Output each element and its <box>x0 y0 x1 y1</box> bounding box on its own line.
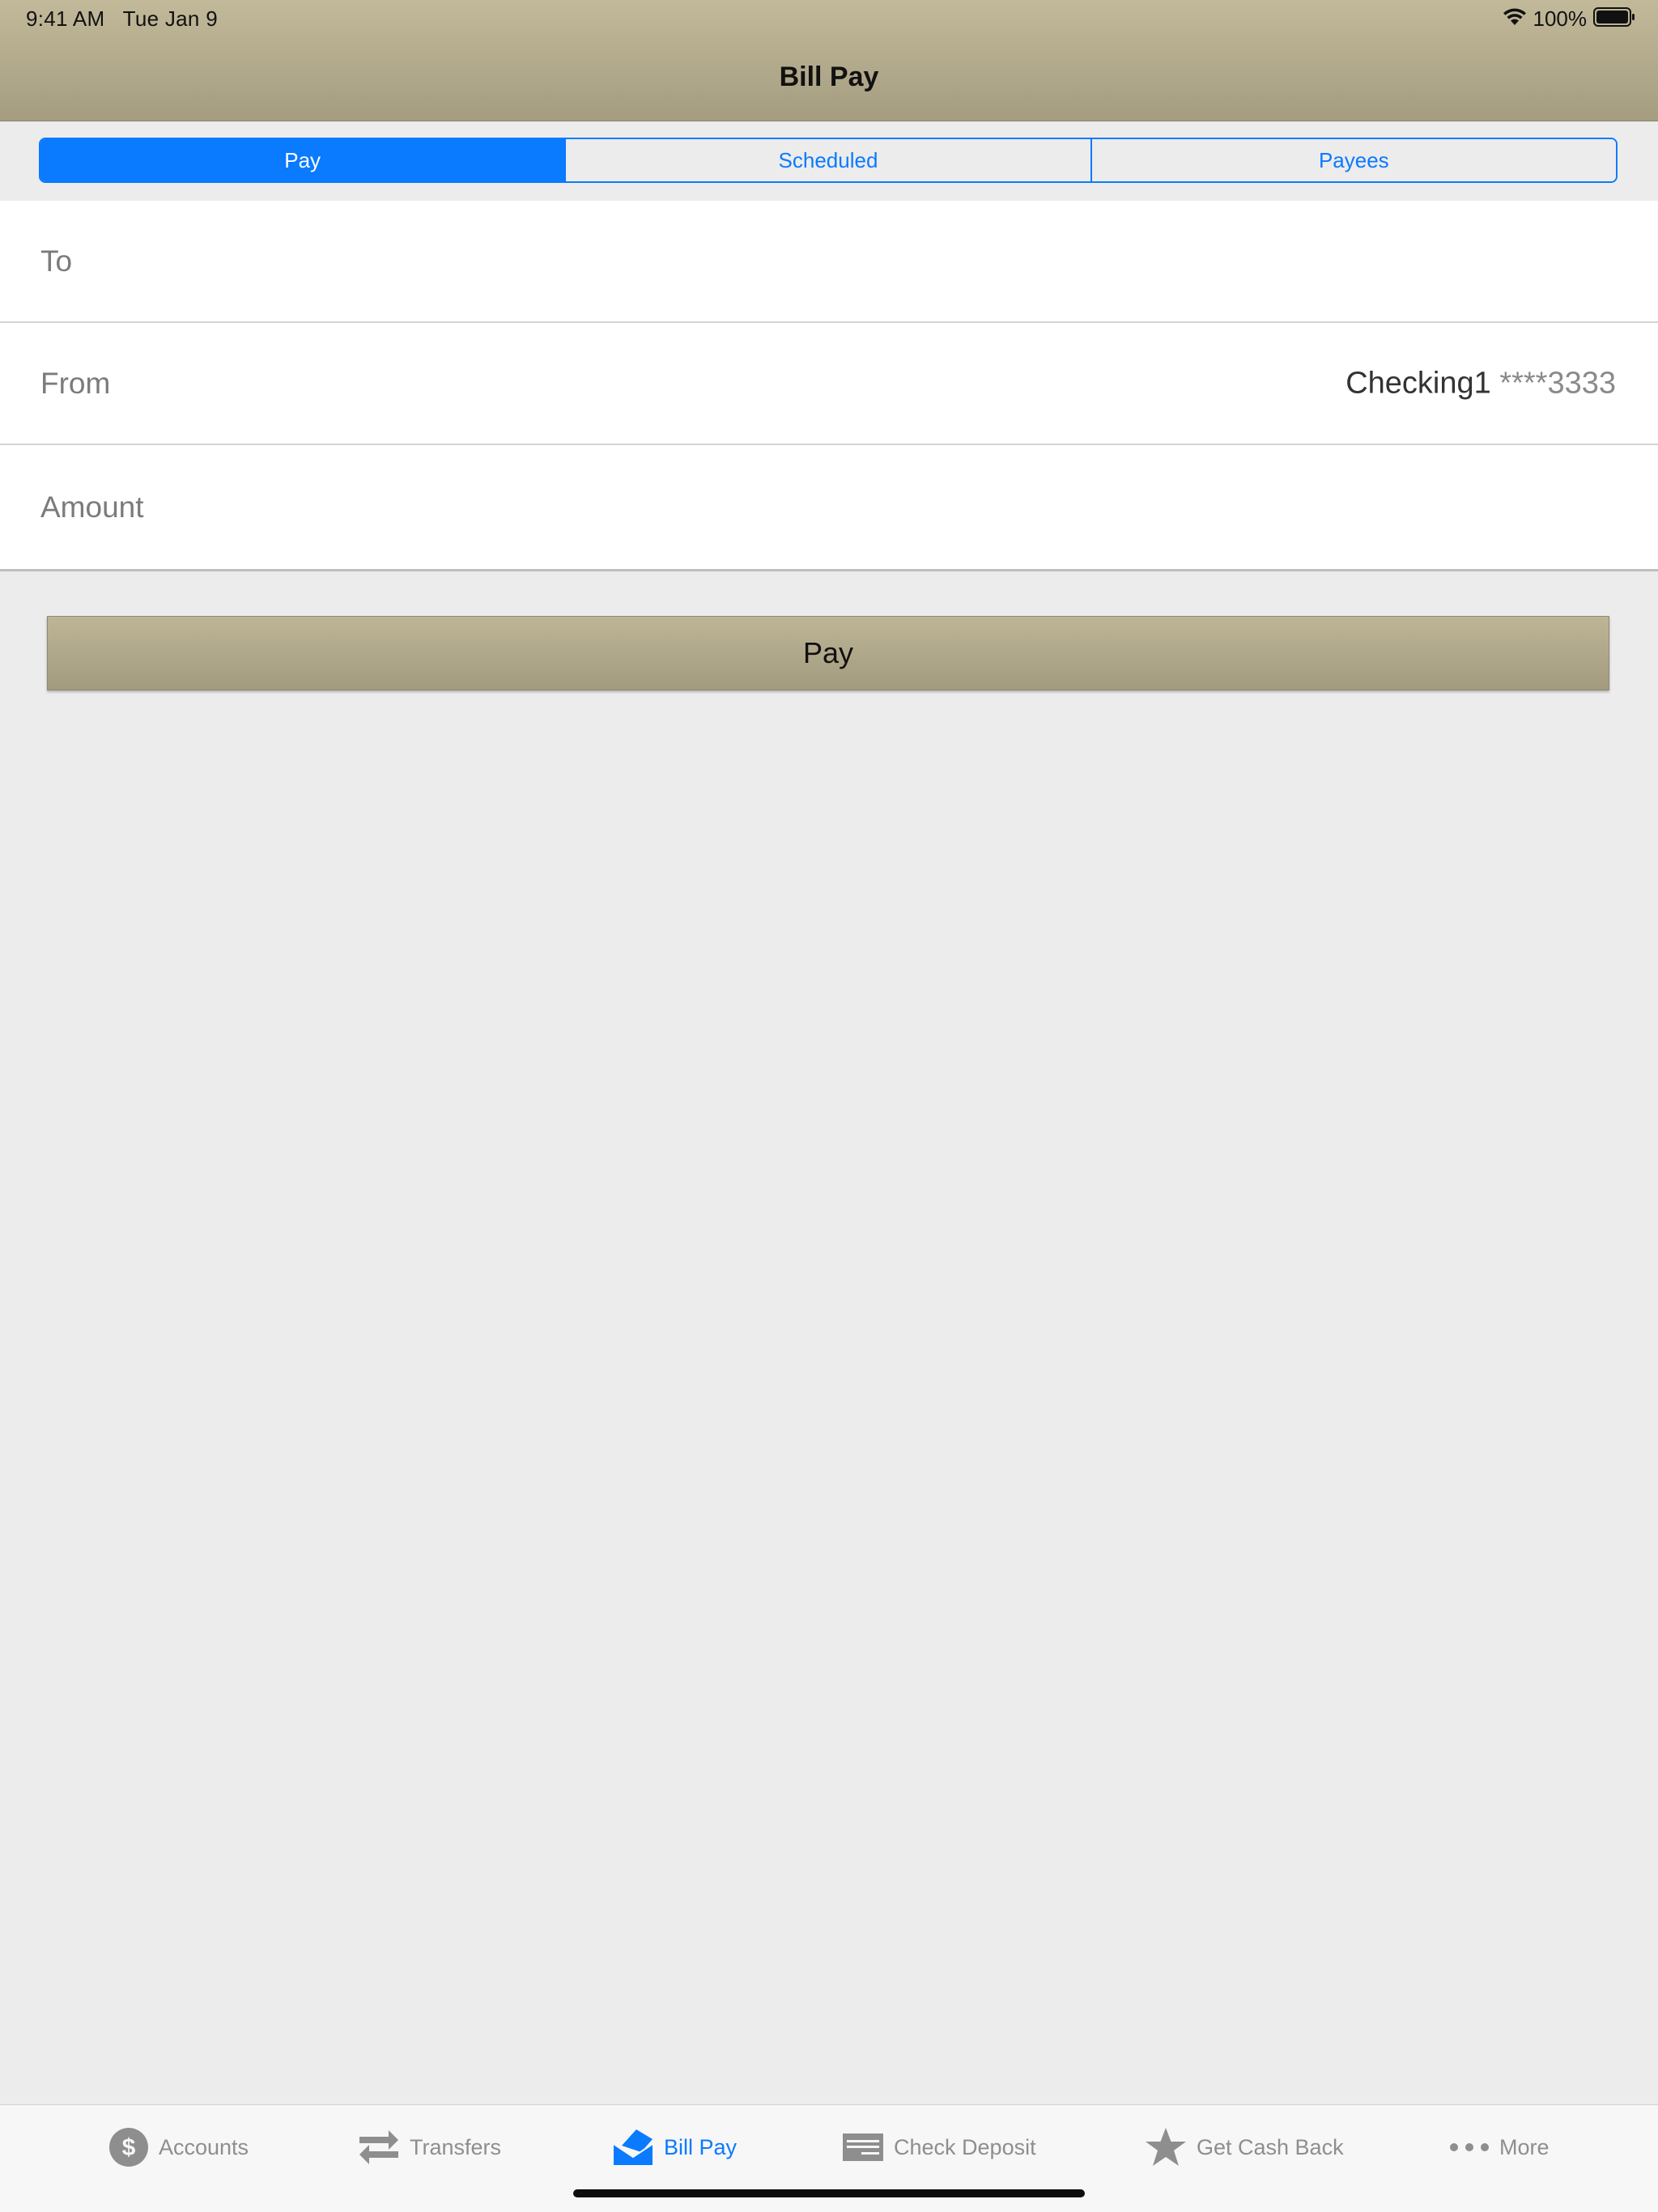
tab-transfers[interactable]: Transfers <box>358 2123 501 2172</box>
from-row[interactable]: From Checking1 ****3333 <box>0 323 1658 445</box>
from-account-value: Checking1 ****3333 <box>1346 366 1616 401</box>
to-label: To <box>40 244 73 278</box>
more-dots-icon <box>1449 2142 1490 2153</box>
tab-accounts[interactable]: $ Accounts <box>108 2123 249 2172</box>
navigation-bar: 9:41 AM Tue Jan 9 100% Bill Pay <box>0 0 1658 121</box>
amount-row[interactable]: Amount <box>0 445 1658 569</box>
page-title: Bill Pay <box>779 62 879 92</box>
tab-bill-pay-label: Bill Pay <box>664 2134 738 2159</box>
status-date-text: Tue Jan 9 <box>122 6 218 31</box>
segment-payees[interactable]: Payees <box>1090 139 1616 181</box>
from-label: From <box>40 366 111 400</box>
tab-get-cash-back[interactable]: Get Cash Back <box>1145 2123 1344 2172</box>
tab-accounts-label: Accounts <box>159 2134 249 2159</box>
star-icon <box>1145 2127 1187 2167</box>
dollar-circle-icon: $ <box>108 2127 149 2167</box>
segment-pay[interactable]: Pay <box>40 139 565 181</box>
svg-text:$: $ <box>122 2134 136 2161</box>
check-icon <box>842 2133 884 2162</box>
from-account-name: Checking1 <box>1346 366 1491 400</box>
bill-pay-form: To From Checking1 ****3333 Amount <box>0 201 1658 571</box>
tab-more-label: More <box>1499 2134 1550 2159</box>
transfer-arrows-icon <box>358 2129 400 2166</box>
tab-get-cash-back-label: Get Cash Back <box>1197 2134 1344 2159</box>
segment-scheduled[interactable]: Scheduled <box>564 139 1090 181</box>
segment-area: Pay Scheduled Payees <box>0 121 1658 201</box>
tab-bill-pay[interactable]: Bill Pay <box>612 2123 737 2172</box>
tab-transfers-label: Transfers <box>410 2134 502 2159</box>
segmented-control: Pay Scheduled Payees <box>39 138 1618 183</box>
amount-label: Amount <box>40 490 144 524</box>
tab-more[interactable]: More <box>1449 2123 1550 2172</box>
envelope-bill-icon <box>612 2128 654 2167</box>
to-row[interactable]: To <box>0 201 1658 323</box>
status-time-text: 9:41 AM <box>26 6 105 31</box>
tab-check-deposit[interactable]: Check Deposit <box>842 2123 1036 2172</box>
tab-check-deposit-label: Check Deposit <box>894 2134 1036 2159</box>
status-bar-time: 9:41 AM Tue Jan 9 <box>26 6 218 32</box>
home-indicator <box>573 2189 1085 2197</box>
pay-button[interactable]: Pay <box>47 616 1609 690</box>
from-account-mask: ****3333 <box>1499 366 1616 400</box>
battery-percent: 100% <box>1533 6 1588 31</box>
status-bar-right: 100% <box>1503 5 1636 32</box>
wifi-icon <box>1503 7 1527 31</box>
battery-icon <box>1593 6 1635 32</box>
